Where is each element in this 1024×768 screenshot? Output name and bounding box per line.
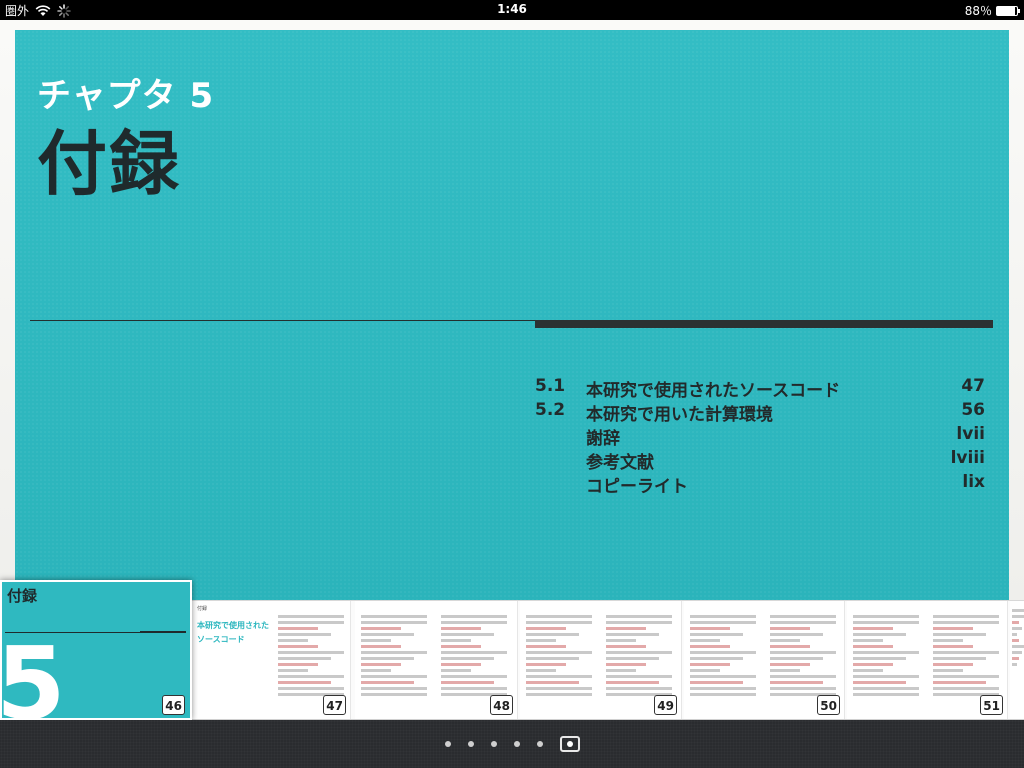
thumbnail-header: 付録	[197, 606, 208, 612]
status-bar: 圏外 1:46 88％	[0, 0, 1024, 20]
table-of-contents: 5.1 本研究で使用されたソースコード 47 5.2 本研究で用いた計算環境 5…	[535, 376, 985, 497]
toc-page: lvii	[956, 424, 985, 444]
page-thumbnail[interactable]: 49	[520, 601, 682, 719]
toc-item[interactable]: 5.1 本研究で使用されたソースコード 47	[535, 376, 985, 401]
page-dot[interactable]	[513, 741, 520, 747]
page-number-badge: 47	[323, 695, 346, 715]
page-number-badge: 49	[654, 695, 677, 715]
thumbnail-title: 本研究で使用されたソースコード	[197, 621, 269, 644]
battery-percent: 88％	[964, 4, 992, 18]
current-thumbnail-rule-thick	[140, 631, 186, 633]
current-page-badge: 46	[162, 695, 185, 715]
toc-page: 56	[961, 400, 985, 420]
book-page[interactable]: チャプタ 5 付録 5.1 本研究で使用されたソースコード 47 5.2 本研究…	[0, 20, 1024, 600]
page-number-badge: 48	[490, 695, 513, 715]
page-number-badge: 51	[980, 695, 1003, 715]
current-thumbnail-number: 5	[0, 625, 66, 720]
toc-item[interactable]: 参考文献 lviii	[535, 448, 985, 473]
current-thumbnail-title: 付録	[7, 587, 38, 605]
thumbnail-code	[686, 607, 760, 713]
page-thumbnail[interactable]: 51	[847, 601, 1008, 719]
thumbnail-code	[357, 607, 431, 713]
toc-title: 本研究で使用されたソースコード	[586, 381, 841, 401]
page-dot-current[interactable]	[559, 736, 580, 752]
toc-title: コピーライト	[586, 477, 688, 497]
carrier-label: 圏外	[5, 4, 30, 18]
page-thumbnail[interactable]: 付録 本研究で使用されたソースコード 47	[192, 601, 351, 719]
divider-thick	[535, 320, 993, 328]
bottom-bar	[0, 720, 1024, 768]
thumbnail-code	[849, 607, 923, 713]
page-dot[interactable]	[536, 741, 543, 747]
toc-number: 5.1	[535, 376, 566, 396]
toc-item[interactable]: コピーライト lix	[535, 472, 985, 497]
page-thumbnail[interactable]: 50	[684, 601, 845, 719]
thumbnail-code	[522, 607, 596, 713]
toc-page: 47	[961, 376, 985, 396]
page-number-badge: 50	[817, 695, 840, 715]
toc-number: 5.2	[535, 400, 566, 420]
toc-page: lix	[962, 472, 985, 492]
toc-item[interactable]: 5.2 本研究で用いた計算環境 56	[535, 400, 985, 425]
toc-title: 本研究で用いた計算環境	[586, 405, 773, 425]
clock: 1:46	[497, 2, 527, 16]
divider-thin	[30, 320, 535, 321]
chapter-cover-panel: チャプタ 5 付録 5.1 本研究で使用されたソースコード 47 5.2 本研究…	[15, 30, 1009, 600]
toc-title: 謝辞	[586, 429, 620, 449]
toc-title: 参考文献	[586, 453, 654, 473]
page-thumbnail-partial[interactable]	[1010, 601, 1024, 719]
page-dots[interactable]	[0, 720, 1024, 768]
activity-spinner-icon	[57, 3, 71, 18]
battery-icon	[996, 5, 1020, 16]
page-dot-current-indicator	[566, 741, 573, 747]
chapter-title: 付録	[37, 123, 181, 205]
toc-item[interactable]: 謝辞 lvii	[535, 424, 985, 449]
current-page-thumbnail[interactable]: 付録 5 46	[0, 580, 192, 720]
page-dot[interactable]	[444, 741, 451, 747]
toc-page: lviii	[950, 448, 985, 468]
page-dot[interactable]	[490, 741, 497, 747]
wifi-icon	[35, 4, 51, 16]
page-thumbnail[interactable]: 48	[355, 601, 518, 719]
page-dot[interactable]	[467, 741, 474, 747]
battery-level	[997, 6, 1015, 15]
